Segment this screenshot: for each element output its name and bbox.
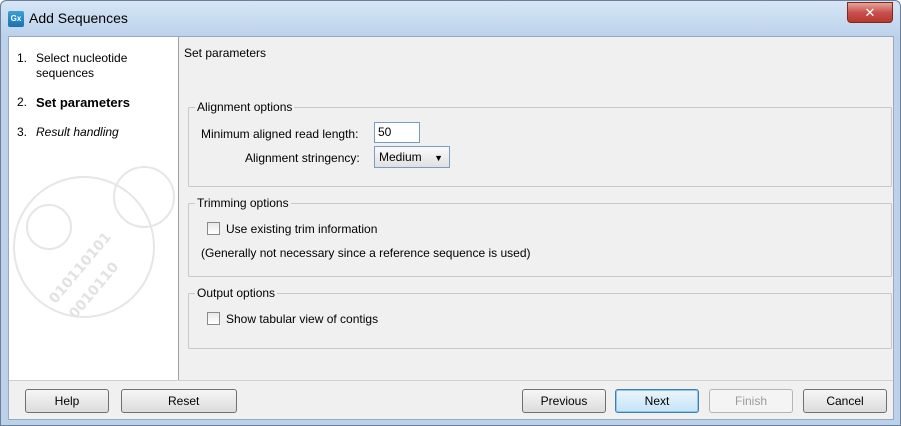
use-trim-checkbox-row[interactable]: Use existing trim information: [207, 222, 377, 236]
use-trim-checkbox[interactable]: [207, 222, 220, 235]
section-title: Set parameters: [184, 46, 267, 60]
trimming-note: (Generally not necessary since a referen…: [201, 246, 531, 260]
help-button[interactable]: Help: [25, 389, 109, 413]
reset-button[interactable]: Reset: [121, 389, 237, 413]
cancel-button[interactable]: Cancel: [803, 389, 887, 413]
binary-watermark-icon: 010110101 0010110: [13, 166, 175, 322]
dialog-window: Gx Add Sequences ✕ 1. Select nucleotide …: [0, 0, 901, 426]
dialog-body: 1. Select nucleotide sequences 2. Set pa…: [8, 36, 894, 420]
previous-button[interactable]: Previous: [522, 389, 606, 413]
app-icon: Gx: [8, 11, 24, 27]
window-title: Add Sequences: [29, 10, 128, 26]
alignment-options-group: Alignment options Minimum aligned read l…: [188, 100, 892, 187]
parameters-panel: Set parameters Alignment options Minimum…: [180, 37, 893, 380]
chevron-down-icon: ▼: [434, 153, 443, 163]
tabular-view-checkbox-row[interactable]: Show tabular view of contigs: [207, 312, 378, 326]
trimming-options-group: Trimming options Use existing trim infor…: [188, 196, 892, 277]
step-number: 3.: [17, 125, 28, 139]
wizard-steps-panel: 1. Select nucleotide sequences 2. Set pa…: [9, 37, 179, 380]
step-number: 2.: [17, 95, 28, 109]
finish-button[interactable]: Finish: [709, 389, 793, 413]
step-label: Result handling: [36, 125, 119, 139]
tabular-view-label: Show tabular view of contigs: [226, 312, 379, 326]
group-title: Trimming options: [195, 196, 291, 210]
close-icon: ✕: [864, 5, 876, 20]
title-bar[interactable]: Gx Add Sequences ✕: [1, 1, 900, 35]
step-number: 1.: [17, 51, 28, 65]
stringency-value: Medium: [379, 150, 422, 164]
output-options-group: Output options Show tabular view of cont…: [188, 286, 892, 349]
min-read-length-input[interactable]: 50: [374, 122, 420, 143]
group-title: Output options: [195, 286, 278, 300]
tabular-view-checkbox[interactable]: [207, 312, 220, 325]
close-button[interactable]: ✕: [847, 2, 893, 23]
min-read-length-label: Minimum aligned read length:: [201, 127, 359, 141]
group-title: Alignment options: [195, 100, 295, 114]
stringency-dropdown[interactable]: Medium ▼: [374, 146, 450, 168]
next-button[interactable]: Next: [615, 389, 699, 413]
step-label: Select nucleotide sequences: [36, 51, 128, 80]
step-label: Set parameters: [36, 95, 130, 110]
button-bar: Help Reset Previous Next Finish Cancel: [9, 380, 893, 419]
stringency-label: Alignment stringency:: [245, 151, 360, 165]
use-trim-label: Use existing trim information: [226, 222, 378, 236]
